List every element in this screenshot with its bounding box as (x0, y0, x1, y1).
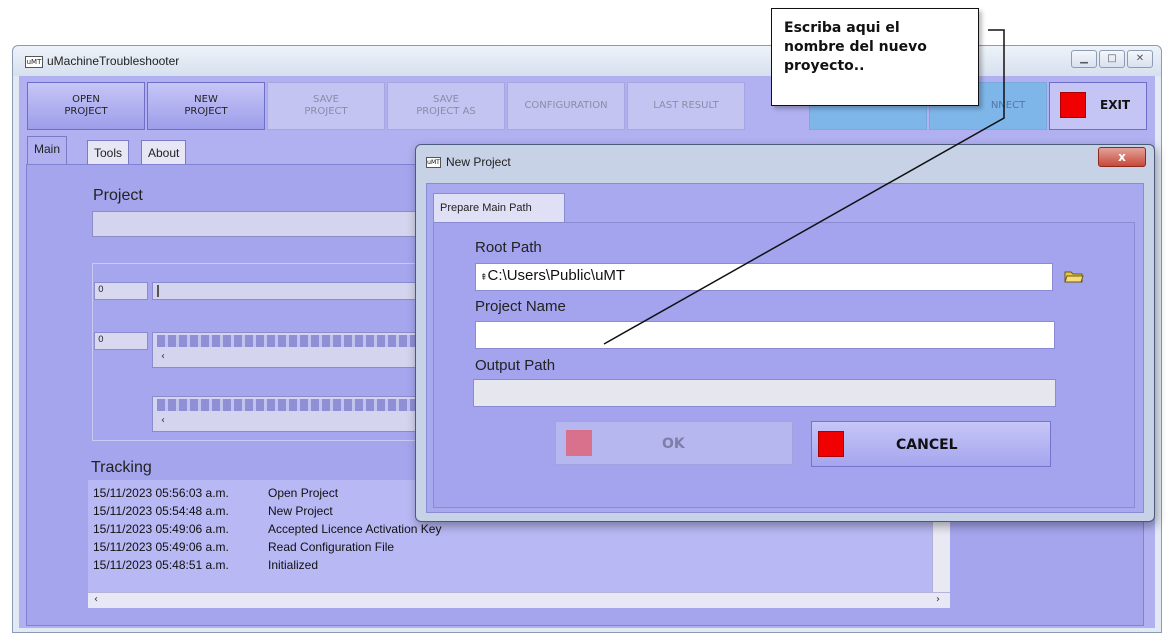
path-icon: ⇞ (480, 272, 488, 282)
root-path-value: C:\Users\Public\uMT (487, 267, 626, 284)
root-path-field[interactable]: ⇞C:\Users\Public\uMT (475, 263, 1053, 291)
counter-field-2: 0 (94, 332, 148, 350)
progress-track-2: ‹ (152, 332, 422, 368)
window-controls: ▁ □ ✕ (1069, 50, 1153, 70)
screen: { "window": { "title": "uMachineTroubles… (0, 0, 1173, 639)
log-time: 15/11/2023 05:49:06 a.m. (93, 522, 229, 536)
output-path-label: Output Path (475, 357, 556, 374)
exit-button[interactable]: EXIT (1049, 82, 1147, 130)
tab-tools-label: Tools (94, 146, 123, 160)
open-project-label: OPEN PROJECT (64, 94, 108, 117)
log-time: 15/11/2023 05:49:06 a.m. (93, 540, 229, 554)
log-time: 15/11/2023 05:56:03 a.m. (93, 486, 229, 500)
prepare-main-path-panel: Root Path ⇞C:\Users\Public\uMT Project N… (433, 222, 1135, 508)
tab-main[interactable]: Main (27, 136, 68, 166)
save-project-as-button[interactable]: SAVE PROJECT AS (387, 82, 505, 130)
log-line: 15/11/2023 05:56:03 a.m. Open Project (93, 486, 338, 500)
save-project-as-label: SAVE PROJECT AS (416, 94, 476, 117)
tab-about[interactable]: About (141, 140, 187, 166)
ok-square-icon (566, 430, 592, 456)
log-time: 15/11/2023 05:54:48 a.m. (93, 504, 229, 518)
ok-button[interactable]: OK (555, 421, 793, 465)
scroll-right-icon[interactable]: › (936, 594, 940, 605)
root-path-label: Root Path (475, 239, 542, 256)
exit-label: EXIT (1100, 98, 1131, 112)
log-event: Open Project (268, 486, 339, 500)
title-bar: uMT uMachineTroubleshooter ▁ □ ✕ (13, 46, 1161, 76)
cancel-button[interactable]: CANCEL (811, 421, 1051, 467)
project-name-input[interactable] (475, 321, 1055, 349)
log-horizontal-scrollbar[interactable]: ‹ › (88, 592, 950, 608)
log-line: 15/11/2023 05:49:06 a.m. Read Configurati… (93, 540, 394, 554)
project-label: Project (93, 187, 143, 204)
log-event: Accepted Licence Activation Key (268, 522, 442, 536)
new-project-button[interactable]: NEW PROJECT (147, 82, 265, 130)
cancel-label: CANCEL (896, 437, 958, 453)
log-line: 15/11/2023 05:48:51 a.m. Initialized (93, 558, 318, 572)
tab-prepare-main-path[interactable]: Prepare Main Path (433, 193, 565, 223)
log-event: New Project (268, 504, 333, 518)
log-line: 15/11/2023 05:49:06 a.m. Accepted Licence… (93, 522, 441, 536)
log-event: Initialized (268, 558, 319, 572)
output-path-field (473, 379, 1056, 407)
close-icon[interactable]: ✕ (1127, 50, 1153, 68)
log-time: 15/11/2023 05:48:51 a.m. (93, 558, 229, 572)
project-field (92, 211, 422, 237)
dialog-close-icon[interactable]: x (1098, 147, 1146, 167)
progress-track-1 (152, 282, 422, 300)
scroll-left-icon[interactable]: ‹ (161, 415, 165, 426)
log-event: Read Configuration File (268, 540, 395, 554)
folder-open-icon[interactable] (1064, 269, 1084, 283)
minimize-icon[interactable]: ▁ (1071, 50, 1097, 68)
last-result-label: LAST RESULT (653, 100, 719, 111)
dialog-body: Prepare Main Path Root Path ⇞C:\Users\Pu… (426, 183, 1144, 513)
log-line: 15/11/2023 05:54:48 a.m. New Project (93, 504, 333, 518)
scroll-left-icon[interactable]: ‹ (94, 594, 98, 605)
exit-square-icon (1060, 92, 1086, 118)
cancel-square-icon (818, 431, 844, 457)
configuration-button[interactable]: CONFIGURATION (507, 82, 625, 130)
project-name-label: Project Name (475, 298, 566, 315)
progress-cursor (157, 285, 159, 297)
progress-track-3: ‹ (152, 396, 422, 432)
tab-main-label: Main (34, 142, 61, 156)
callout-annotation: Escriba aqui el nombre del nuevo proyect… (771, 8, 979, 106)
callout-text: Escriba aqui el nombre del nuevo proyect… (784, 20, 927, 74)
app-logo-icon: uMT (25, 56, 43, 68)
configuration-label: CONFIGURATION (524, 100, 608, 111)
segment-bar-2 (157, 335, 419, 347)
tab-tools[interactable]: Tools (87, 140, 130, 166)
dialog-logo-icon: uMT (426, 157, 441, 168)
save-project-label: SAVE PROJECT (304, 94, 348, 117)
ok-label: OK (662, 436, 685, 452)
tracking-label: Tracking (91, 459, 152, 476)
counter-field-1: 0 (94, 282, 148, 300)
window-title: uMachineTroubleshooter (47, 54, 180, 68)
new-project-dialog: uMT New Project x Prepare Main Path Root… (415, 144, 1155, 522)
tab-about-label: About (148, 146, 180, 160)
open-project-button[interactable]: OPEN PROJECT (27, 82, 145, 130)
last-result-button[interactable]: LAST RESULT (627, 82, 745, 130)
scroll-left-icon[interactable]: ‹ (161, 351, 165, 362)
segment-bar-3 (157, 399, 419, 411)
save-project-button[interactable]: SAVE PROJECT (267, 82, 385, 130)
maximize-icon[interactable]: □ (1099, 50, 1125, 68)
dialog-title: New Project (446, 155, 511, 169)
new-project-label: NEW PROJECT (184, 94, 228, 117)
